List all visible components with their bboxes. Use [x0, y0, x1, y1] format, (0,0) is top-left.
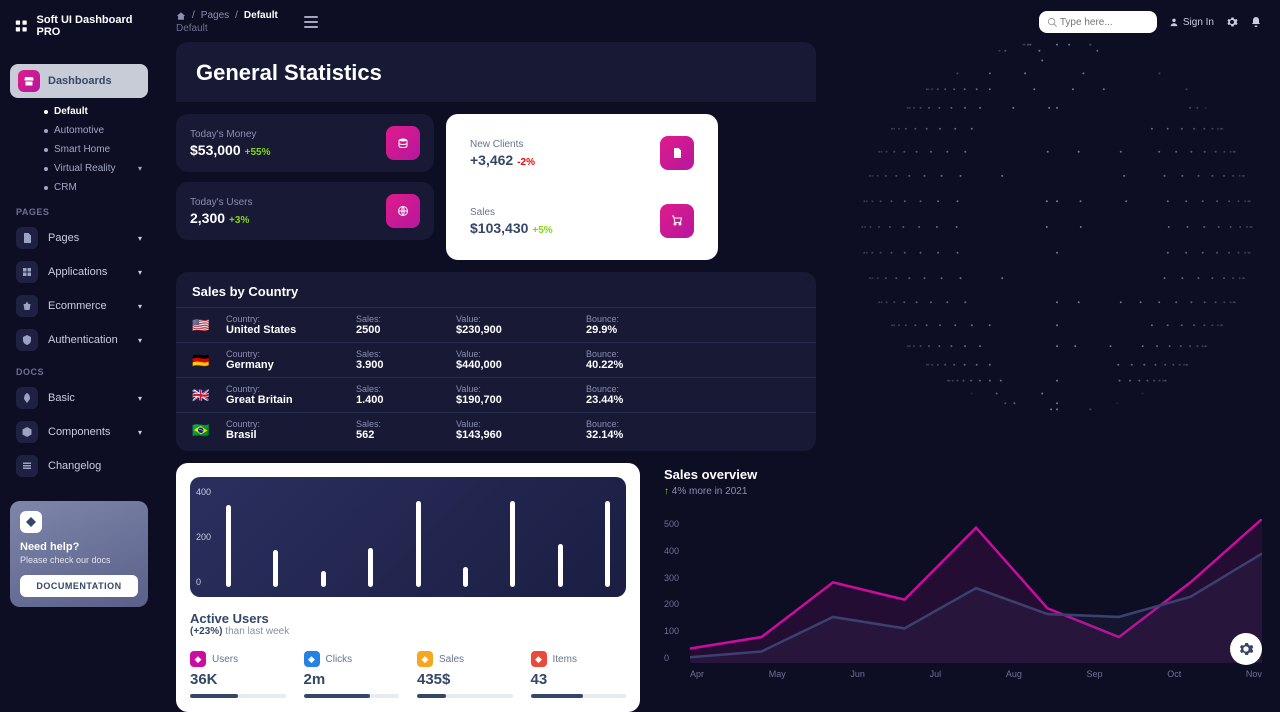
- flag-icon: 🇬🇧: [192, 387, 226, 404]
- sidebar: Soft UI Dashboard PRO Dashboards Default…: [0, 0, 158, 681]
- sidebar-item-ecommerce[interactable]: Ecommerce▾: [10, 289, 148, 323]
- flag-icon: 🇺🇸: [192, 317, 226, 334]
- globe-visual: [836, 42, 1262, 442]
- country-title: Sales by Country: [192, 284, 816, 299]
- metric: ◆Sales 435$: [417, 651, 513, 698]
- metric-icon: ◆: [531, 651, 547, 667]
- stat-sales: Sales$103,430+5%: [456, 192, 708, 250]
- gear-icon: [1238, 641, 1254, 657]
- shield-icon: [16, 329, 38, 351]
- sales-by-country: Sales by Country 🇺🇸 Country:United State…: [176, 272, 816, 451]
- sales-overview-card: Sales overview ↑ 4% more in 2021 5004003…: [660, 463, 1262, 712]
- metric-icon: ◆: [417, 651, 433, 667]
- list-icon: [16, 455, 38, 477]
- table-row[interactable]: 🇺🇸 Country:United States Sales:2500 Valu…: [176, 307, 816, 342]
- sidebar-item-changelog[interactable]: Changelog: [10, 449, 148, 483]
- rocket-icon: [16, 387, 38, 409]
- cube-icon: [16, 421, 38, 443]
- page-title: General Statistics: [176, 42, 816, 102]
- breadcrumb[interactable]: /Pages/Default: [176, 10, 278, 21]
- main: /Pages/Default Default Sign In General S…: [158, 0, 1280, 681]
- sales-overview-title: Sales overview: [664, 467, 1262, 482]
- stat-users: Today's Users2,300+3%: [176, 182, 434, 240]
- metric: ◆Clicks 2m: [304, 651, 400, 698]
- sidebar-item-applications[interactable]: Applications▾: [10, 255, 148, 289]
- sidebar-item-dashboards[interactable]: Dashboards: [10, 64, 148, 98]
- settings-fab[interactable]: [1230, 633, 1262, 665]
- table-row[interactable]: 🇬🇧 Country:Great Britain Sales:1.400 Val…: [176, 377, 816, 412]
- breadcrumb-sub: Default: [176, 23, 278, 34]
- home-icon: [176, 11, 186, 21]
- help-card: Need help? Please check our docs DOCUMEN…: [10, 501, 148, 607]
- sub-automotive[interactable]: Automotive: [30, 121, 148, 140]
- sidebar-item-label: Dashboards: [48, 75, 112, 87]
- stat-money: Today's Money$53,000+55%: [176, 114, 434, 172]
- stat-clients: New Clients+3,462-2%: [456, 124, 708, 182]
- table-row[interactable]: 🇧🇷 Country:Brasil Sales:562 Value:$143,9…: [176, 412, 816, 447]
- basket-icon: [16, 295, 38, 317]
- sub-vr[interactable]: Virtual Reality▾: [30, 159, 148, 178]
- pages-icon: [16, 227, 38, 249]
- help-msg: Please check our docs: [20, 555, 138, 565]
- section-pages: PAGES: [16, 207, 148, 217]
- diamond-icon: [20, 511, 42, 533]
- doc-icon: [660, 136, 694, 170]
- sidebar-item-basic[interactable]: Basic▾: [10, 381, 148, 415]
- active-users-card: 4002000 Active Users (+23%) than last we…: [176, 463, 640, 712]
- brand[interactable]: Soft UI Dashboard PRO: [10, 10, 148, 42]
- section-docs: DOCS: [16, 367, 148, 377]
- flag-icon: 🇧🇷: [192, 422, 226, 439]
- sales-overview-sub: ↑ 4% more in 2021: [664, 486, 1262, 497]
- help-title: Need help?: [20, 541, 138, 553]
- table-row[interactable]: 🇩🇪 Country:Germany Sales:3.900 Value:$44…: [176, 342, 816, 377]
- dashboards-sublist: Default Automotive Smart Home Virtual Re…: [30, 102, 148, 197]
- globe-icon: [386, 194, 420, 228]
- flag-icon: 🇩🇪: [192, 352, 226, 369]
- active-users-sub: (+23%) than last week: [190, 626, 626, 637]
- active-users-title: Active Users: [190, 611, 626, 626]
- sub-smarthome[interactable]: Smart Home: [30, 140, 148, 159]
- coins-icon: [386, 126, 420, 160]
- metric-icon: ◆: [304, 651, 320, 667]
- bar-chart: 4002000: [190, 477, 626, 597]
- sidebar-item-components[interactable]: Components▾: [10, 415, 148, 449]
- sub-crm[interactable]: CRM: [30, 178, 148, 197]
- documentation-button[interactable]: DOCUMENTATION: [20, 575, 138, 597]
- apps-icon: [16, 261, 38, 283]
- stat-light-group: New Clients+3,462-2% Sales$103,430+5%: [446, 114, 718, 260]
- sub-default[interactable]: Default: [30, 102, 148, 121]
- cart-icon: [660, 204, 694, 238]
- sidebar-item-pages[interactable]: Pages▾: [10, 221, 148, 255]
- metric: ◆Users 36K: [190, 651, 286, 698]
- metric: ◆Items 43: [531, 651, 627, 698]
- sidebar-item-authentication[interactable]: Authentication▾: [10, 323, 148, 357]
- brand-text: Soft UI Dashboard PRO: [37, 14, 148, 38]
- menu-toggle-icon[interactable]: [304, 16, 318, 28]
- store-icon: [18, 70, 40, 92]
- metric-icon: ◆: [190, 651, 206, 667]
